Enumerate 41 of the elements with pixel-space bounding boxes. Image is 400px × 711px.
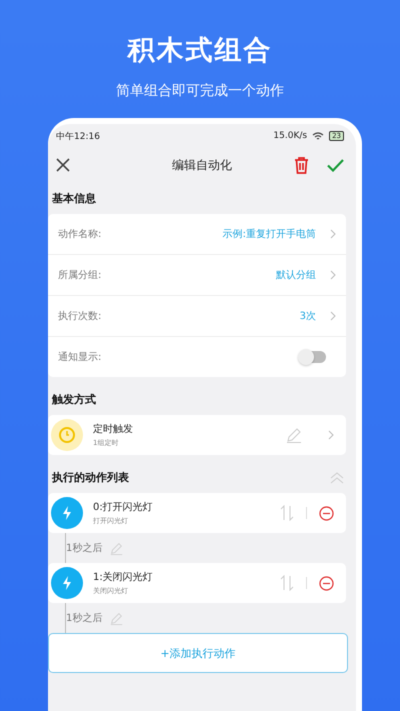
section-heading: 触发方式	[50, 392, 97, 408]
clock-icon	[51, 419, 83, 451]
delay-label: 1秒之后	[66, 612, 102, 625]
wifi-icon	[312, 132, 324, 140]
pencil-icon[interactable]	[286, 427, 302, 443]
trash-icon[interactable]	[294, 156, 309, 174]
field-value[interactable]: 示例:重复打开手电筒	[222, 227, 316, 241]
chevron-right-icon	[328, 430, 334, 440]
add-action-button[interactable]: +添加执行动作	[48, 633, 348, 673]
chevron-right-icon	[330, 311, 336, 321]
field-label: 所属分组:	[58, 268, 102, 282]
field-value[interactable]: 3次	[300, 309, 316, 323]
field-value[interactable]: 默认分组	[276, 268, 316, 282]
network-speed: 15.0K/s	[273, 131, 308, 141]
check-icon[interactable]	[327, 158, 344, 172]
remove-icon[interactable]	[319, 576, 334, 590]
headline: 积木式组合	[128, 34, 272, 68]
field-label: 执行次数:	[58, 310, 102, 323]
remove-icon[interactable]	[319, 506, 334, 520]
delay-label: 1秒之后	[66, 542, 102, 555]
pencil-icon[interactable]	[110, 612, 124, 624]
chevron-right-icon	[330, 229, 336, 239]
action-title: 1:关闭闪光灯	[93, 570, 154, 584]
flash-icon	[51, 497, 83, 529]
action-title: 0:打开闪光灯	[93, 500, 154, 514]
pencil-icon[interactable]	[110, 542, 124, 554]
toggle-switch[interactable]	[300, 351, 326, 363]
field-label: 通知显示:	[58, 350, 102, 364]
subheadline: 简单组合即可完成一个动作	[116, 82, 284, 100]
flash-icon	[51, 567, 83, 599]
section-heading: 基本信息	[51, 191, 97, 207]
section-heading: 执行的动作列表	[52, 470, 129, 485]
field-label: 动作名称:	[58, 228, 102, 241]
toolbar-title: 编辑自动化	[171, 156, 233, 174]
status-time: 中午12:16	[56, 130, 100, 142]
collapse-icon[interactable]	[330, 472, 344, 484]
reorder-icon[interactable]	[280, 505, 294, 521]
reorder-icon[interactable]	[280, 575, 294, 591]
trigger-title: 定时触发	[93, 422, 134, 436]
close-icon[interactable]	[56, 158, 70, 172]
chevron-right-icon	[330, 270, 336, 280]
